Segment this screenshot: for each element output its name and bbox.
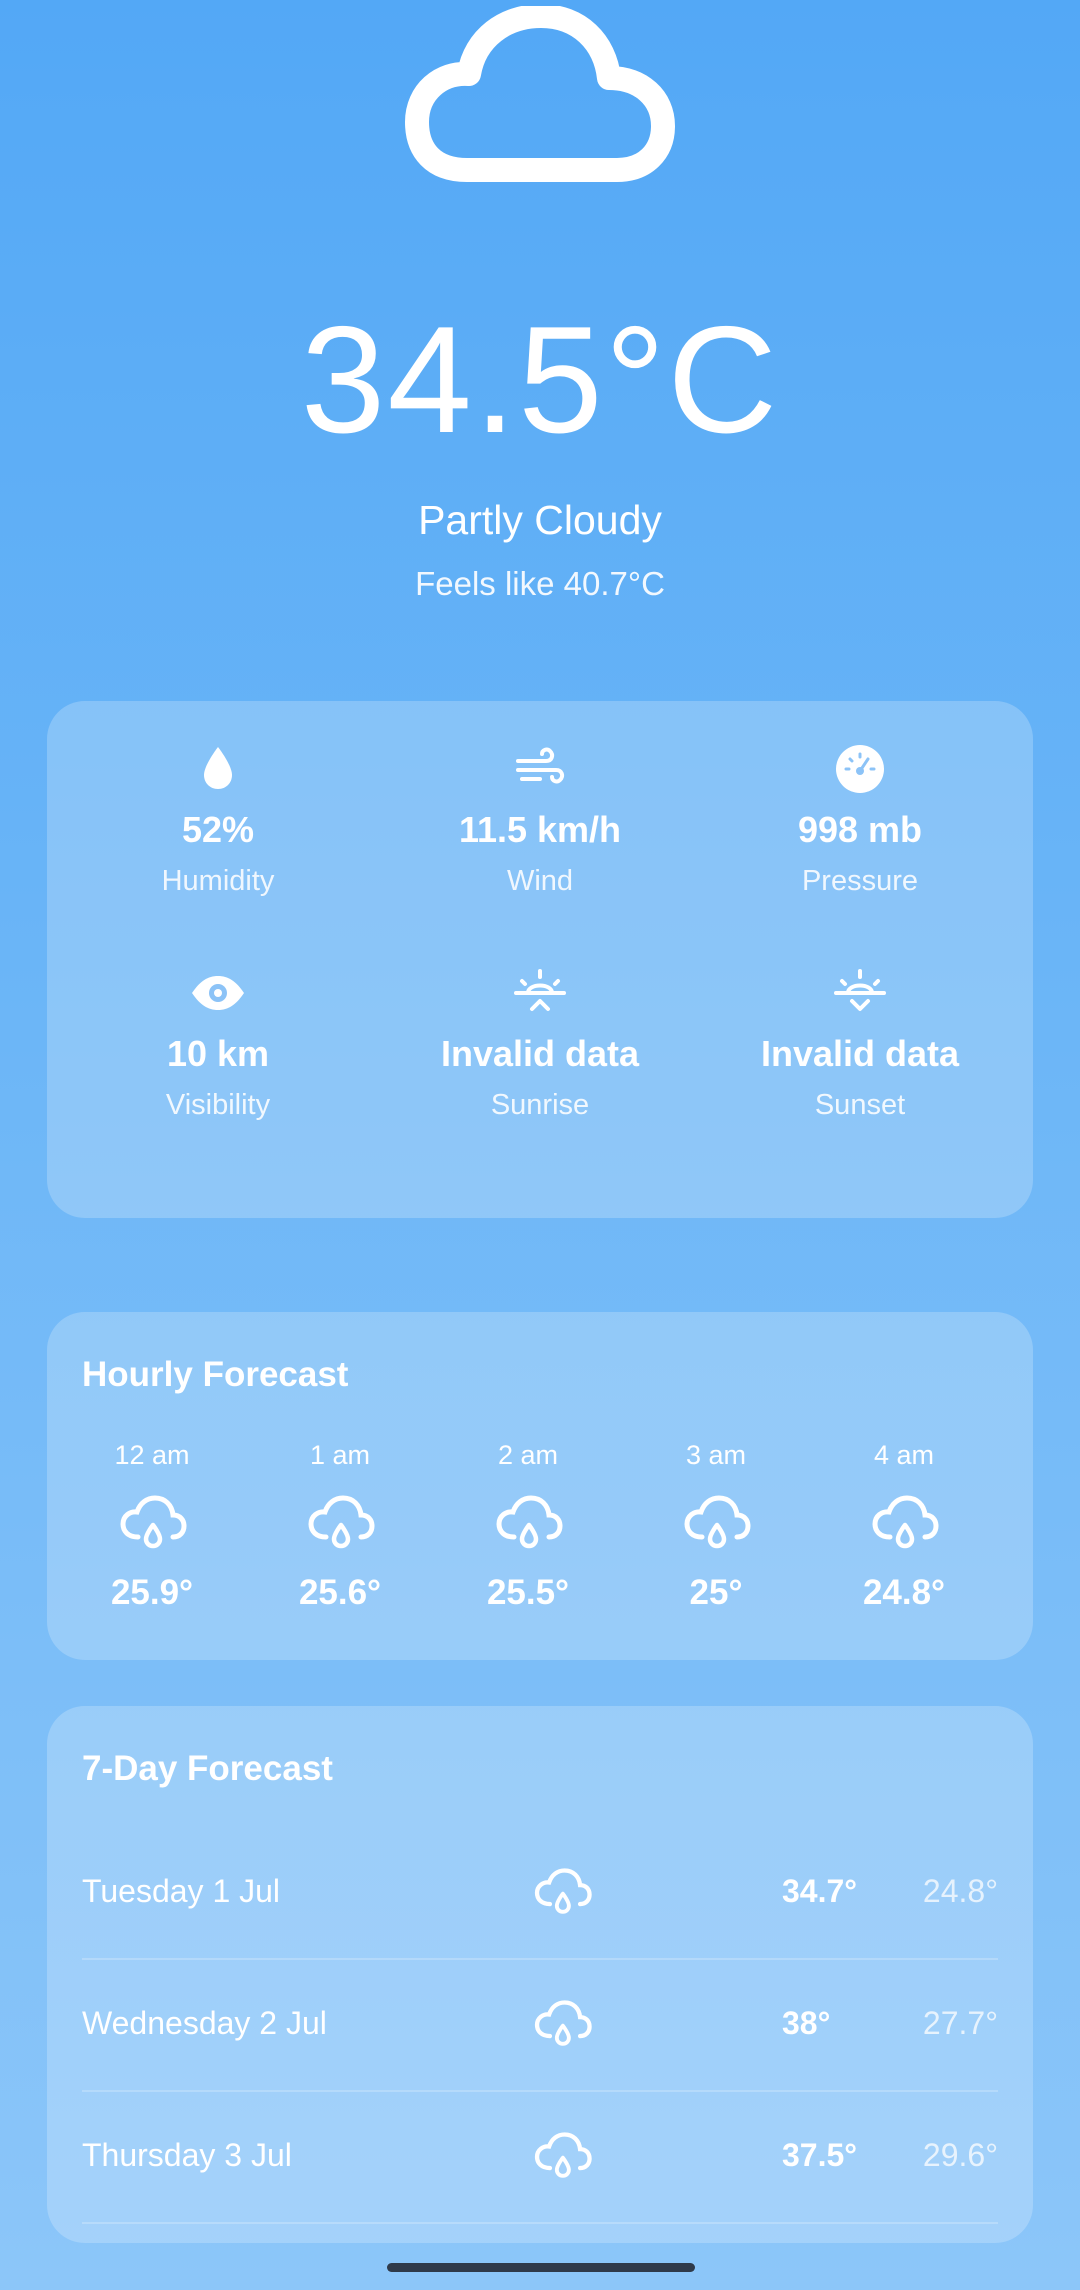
hourly-item: 2 am 25.5° bbox=[434, 1437, 622, 1617]
hour-time: 1 am bbox=[309, 1440, 371, 1470]
cloud-rain-icon bbox=[120, 1495, 187, 1549]
detail-visibility: 10 km Visibility bbox=[58, 963, 378, 1125]
detail-label: Humidity bbox=[161, 865, 275, 897]
hour-temperature: 24.8° bbox=[862, 1573, 946, 1612]
detail-label: Wind bbox=[506, 865, 574, 897]
detail-label: Sunrise bbox=[490, 1089, 590, 1121]
cloud-rain-icon bbox=[534, 1868, 592, 1914]
day-low: 24.8° bbox=[922, 1873, 998, 1909]
hourly-forecast-card: Hourly Forecast 12 am 25.9° 1 am 25.6° 2… bbox=[47, 1312, 1033, 1660]
day-name: Wednesday 2 Jul bbox=[82, 2005, 327, 2041]
detail-sunset: Invalid data Sunset bbox=[700, 963, 1020, 1125]
weather-condition: Partly Cloudy bbox=[418, 497, 662, 543]
day-high: 38° bbox=[782, 2005, 831, 2041]
day-low: 27.7° bbox=[922, 2005, 998, 2041]
hour-temperature: 25.6° bbox=[298, 1573, 382, 1612]
hour-time: 3 am bbox=[685, 1440, 747, 1470]
detail-value: 10 km bbox=[166, 1033, 270, 1074]
sunset-icon bbox=[834, 969, 886, 1011]
cloud-rain-icon bbox=[308, 1495, 375, 1549]
forecast-day-row: Thursday 3 Jul 37.5° 29.6° bbox=[82, 2090, 998, 2224]
detail-value: Invalid data bbox=[440, 1033, 640, 1074]
cloud-rain-icon bbox=[684, 1495, 751, 1549]
detail-value: Invalid data bbox=[760, 1033, 960, 1074]
detail-value: 998 mb bbox=[797, 809, 923, 850]
forecast-day-row: Wednesday 2 Jul 38° 27.7° bbox=[82, 1958, 998, 2092]
wind-icon bbox=[516, 747, 565, 784]
detail-label: Sunset bbox=[814, 1089, 906, 1121]
hour-temperature: 25.5° bbox=[486, 1573, 570, 1612]
forecast-day-row: Tuesday 1 Jul 34.7° 24.8° bbox=[82, 1826, 998, 1960]
gauge-icon bbox=[836, 745, 884, 793]
hourly-item: 1 am 25.6° bbox=[246, 1437, 434, 1617]
seven-day-forecast-title: 7-Day Forecast bbox=[82, 1749, 333, 1788]
current-temperature: 34.5°C bbox=[300, 295, 780, 465]
hourly-item: 3 am 25° bbox=[622, 1437, 810, 1617]
hour-time: 4 am bbox=[873, 1440, 935, 1470]
hour-time: 2 am bbox=[497, 1440, 559, 1470]
detail-label: Pressure bbox=[801, 865, 919, 897]
hourly-item: 12 am 25.9° bbox=[58, 1437, 246, 1617]
day-low: 29.6° bbox=[922, 2137, 998, 2173]
day-name: Tuesday 1 Jul bbox=[82, 1873, 281, 1909]
cloud-icon bbox=[405, 6, 675, 182]
cloud-rain-icon bbox=[872, 1495, 939, 1549]
cloud-rain-icon bbox=[534, 2132, 592, 2178]
hourly-item: 4 am 24.8° bbox=[810, 1437, 998, 1617]
day-name: Thursday 3 Jul bbox=[82, 2137, 292, 2173]
detail-label: Visibility bbox=[165, 1089, 271, 1121]
detail-value: 52% bbox=[181, 809, 255, 850]
day-high: 34.7° bbox=[782, 1873, 858, 1909]
detail-sunrise: Invalid data Sunrise bbox=[380, 963, 700, 1125]
detail-humidity: 52% Humidity bbox=[58, 739, 378, 901]
cloud-rain-icon bbox=[534, 2000, 592, 2046]
cloud-rain-icon bbox=[496, 1495, 563, 1549]
detail-wind: 11.5 km/h Wind bbox=[380, 739, 700, 901]
home-indicator[interactable] bbox=[387, 2263, 695, 2272]
eye-icon bbox=[192, 976, 244, 1010]
hourly-forecast-title: Hourly Forecast bbox=[82, 1355, 349, 1394]
day-high: 37.5° bbox=[782, 2137, 858, 2173]
hour-temperature: 25.9° bbox=[110, 1573, 194, 1612]
seven-day-forecast-card: 7-Day Forecast Tuesday 1 Jul 34.7° 24.8°… bbox=[47, 1706, 1033, 2243]
detail-value: 11.5 km/h bbox=[458, 809, 622, 850]
hour-temperature: 25° bbox=[689, 1573, 743, 1612]
weather-details-card: 52% Humidity 11.5 km/h Wind 998 mb Press… bbox=[47, 701, 1033, 1218]
feels-like: Feels like 40.7°C bbox=[415, 565, 665, 602]
hour-time: 12 am bbox=[114, 1440, 190, 1470]
sunrise-icon bbox=[514, 969, 566, 1011]
droplet-icon bbox=[204, 747, 232, 789]
detail-pressure: 998 mb Pressure bbox=[700, 739, 1020, 901]
